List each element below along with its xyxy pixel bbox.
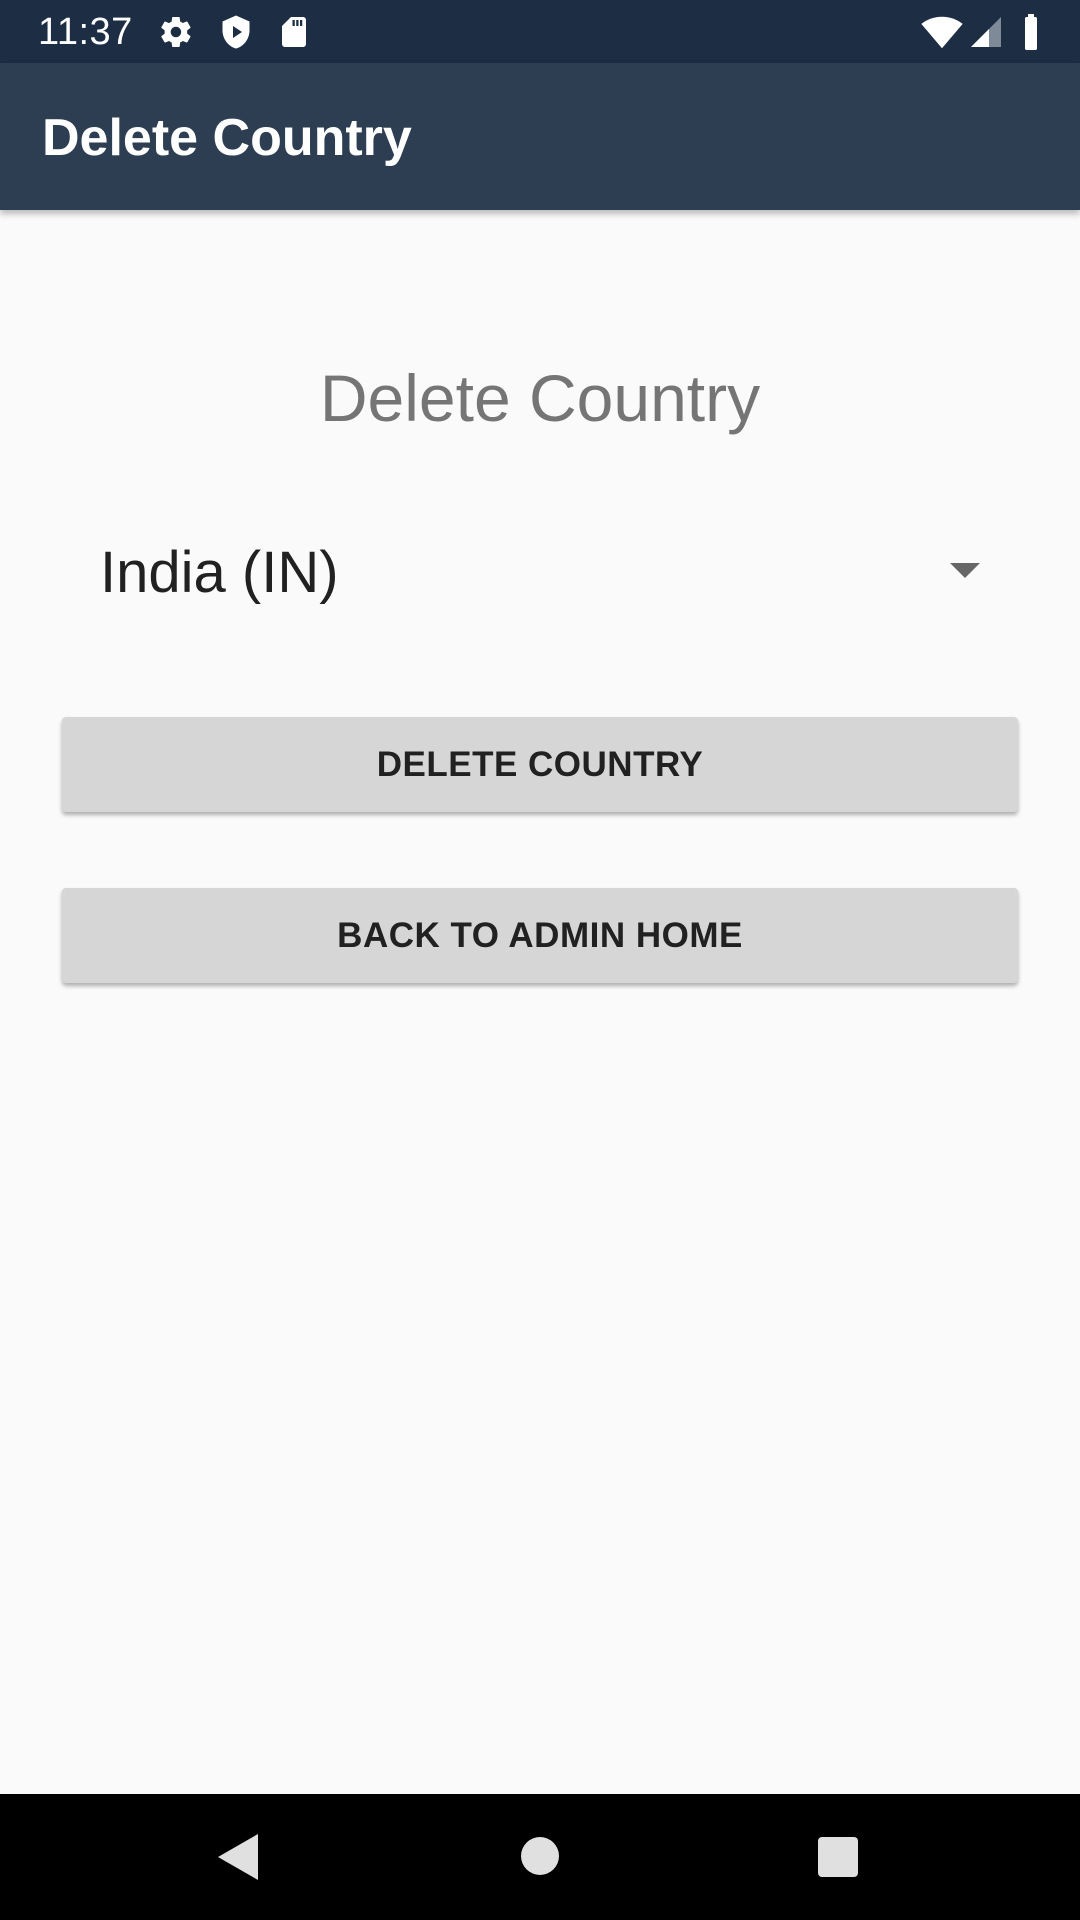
country-spinner-value: India (IN) — [100, 540, 339, 605]
sd-card-icon — [276, 14, 312, 50]
country-spinner[interactable]: India (IN) — [62, 520, 1018, 626]
home-icon[interactable] — [521, 1837, 559, 1875]
status-time: 11:37 — [38, 11, 133, 53]
page-heading: Delete Country — [319, 361, 761, 435]
dropdown-arrow-icon — [950, 563, 980, 578]
status-bar: 11:37 — [0, 0, 1080, 63]
back-to-admin-home-button[interactable]: BACK TO ADMIN HOME — [62, 888, 1018, 983]
signal-icon — [968, 14, 1004, 50]
app-bar: Delete Country — [0, 63, 1080, 210]
delete-country-button[interactable]: DELETE COUNTRY — [62, 717, 1018, 812]
battery-icon — [1016, 14, 1046, 50]
app-title: Delete Country — [42, 109, 412, 167]
shield-icon — [218, 14, 254, 50]
navigation-bar — [0, 1794, 1080, 1920]
back-icon[interactable] — [218, 1834, 258, 1880]
recents-icon[interactable] — [818, 1837, 858, 1877]
wifi-icon — [920, 14, 964, 50]
gear-icon — [158, 14, 194, 50]
